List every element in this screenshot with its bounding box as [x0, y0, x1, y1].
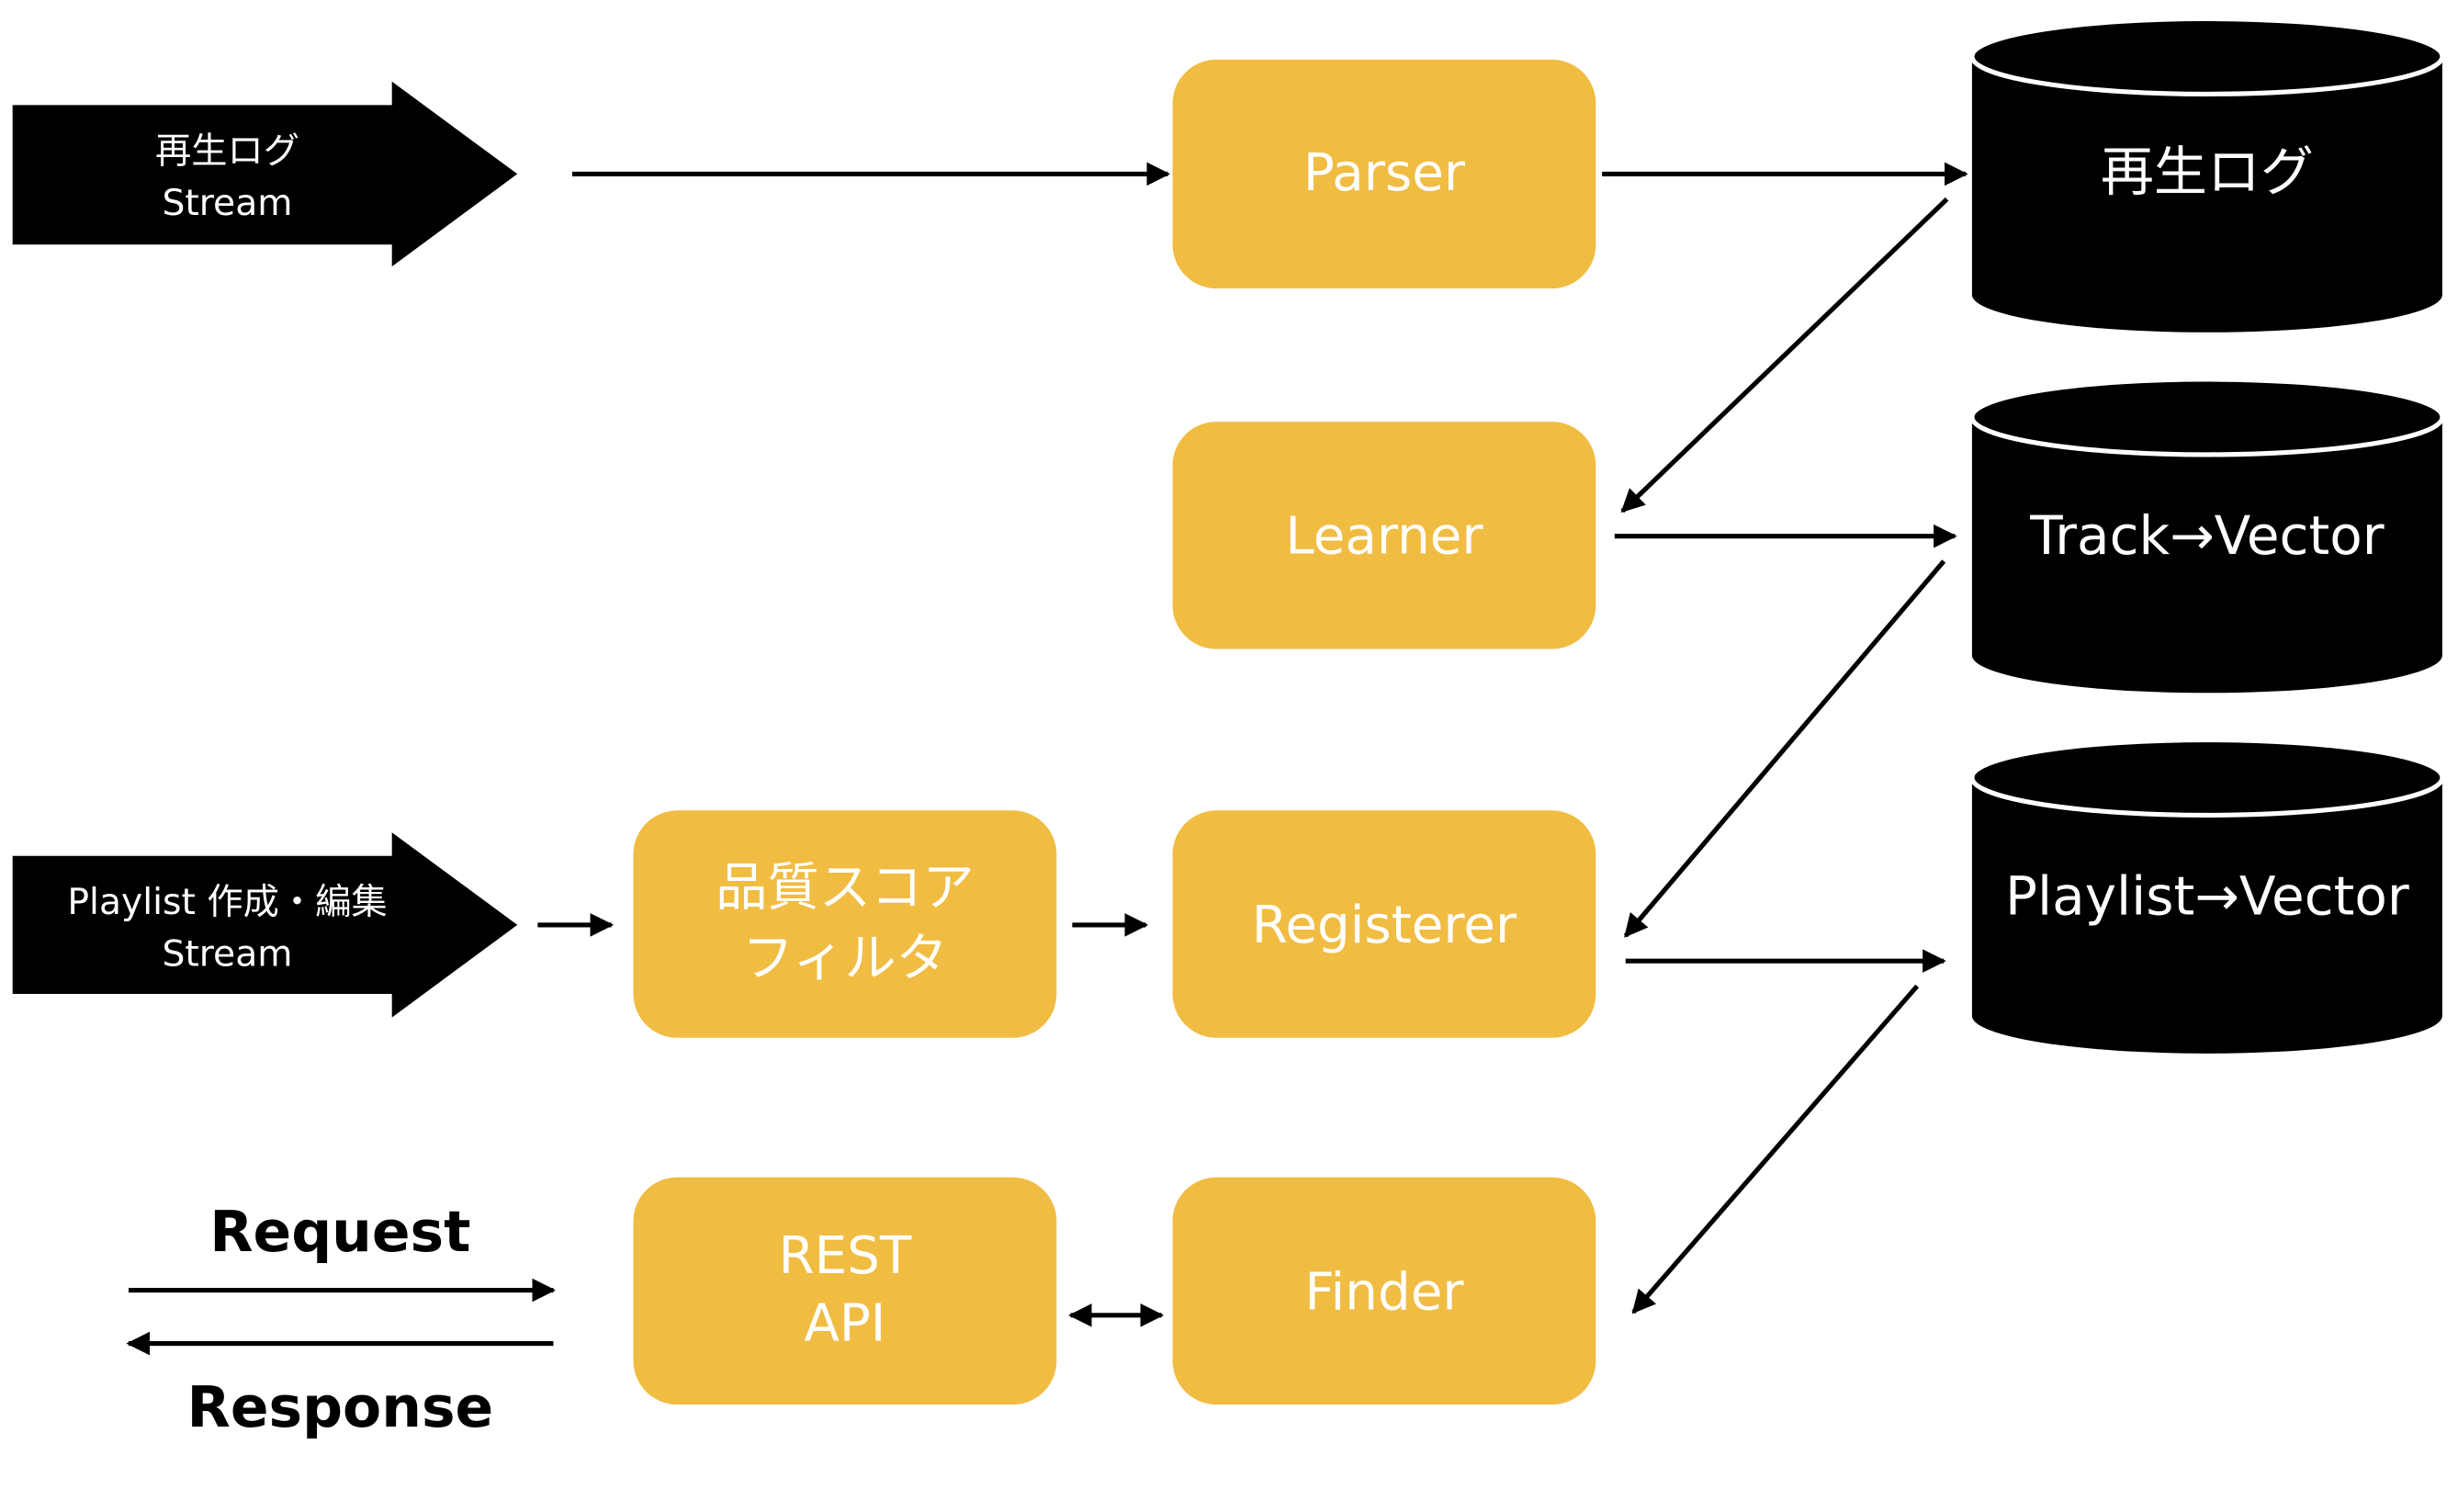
architecture-diagram: 再生ログ Stream Playlist 作成・編集 Stream Parser…: [12, 16, 2445, 1440]
process-parser: Parser: [1172, 59, 1596, 289]
process-label: Registerer: [1252, 896, 1517, 955]
process-label: フィルタ: [742, 929, 948, 988]
source-label: Playlist 作成・編集: [67, 882, 387, 923]
store-playlist-vector: Playlist→Vector: [1969, 737, 2445, 1054]
process-label: Learner: [1285, 507, 1483, 567]
process-rest-api: REST API: [633, 1177, 1057, 1405]
store-label: Playlist→Vector: [2005, 865, 2409, 928]
process-finder: Finder: [1172, 1177, 1596, 1405]
process-learner: Learner: [1172, 422, 1596, 649]
arrow-playlistvector-to-finder: [1631, 984, 1920, 1315]
arrow-playlog-to-learner: [1620, 197, 1949, 513]
store-track-vector: Track→Vector: [1969, 377, 2445, 694]
process-registerer: Registerer: [1172, 810, 1596, 1038]
source-label: 再生ログ: [155, 131, 299, 173]
store-label: Track→Vector: [2029, 504, 2384, 567]
process-label: API: [804, 1293, 885, 1353]
request-label: Request: [209, 1200, 470, 1265]
process-label: REST: [778, 1226, 911, 1286]
process-label: Finder: [1304, 1262, 1464, 1322]
process-label: 品質スコア: [716, 858, 974, 918]
store-play-log: 再生ログ: [1969, 16, 2445, 333]
response-label: Response: [187, 1375, 494, 1440]
store-label: 再生ログ: [2101, 141, 2314, 203]
source-playlist-edit-stream: Playlist 作成・編集 Stream: [12, 832, 518, 1018]
process-label: Parser: [1303, 143, 1466, 203]
source-label: Stream: [162, 934, 292, 976]
arrow-trackvector-to-registerer: [1623, 559, 1946, 938]
source-play-log-stream: 再生ログ Stream: [12, 81, 518, 267]
source-label: Stream: [162, 183, 292, 224]
process-quality-filter: 品質スコア フィルタ: [633, 810, 1057, 1038]
